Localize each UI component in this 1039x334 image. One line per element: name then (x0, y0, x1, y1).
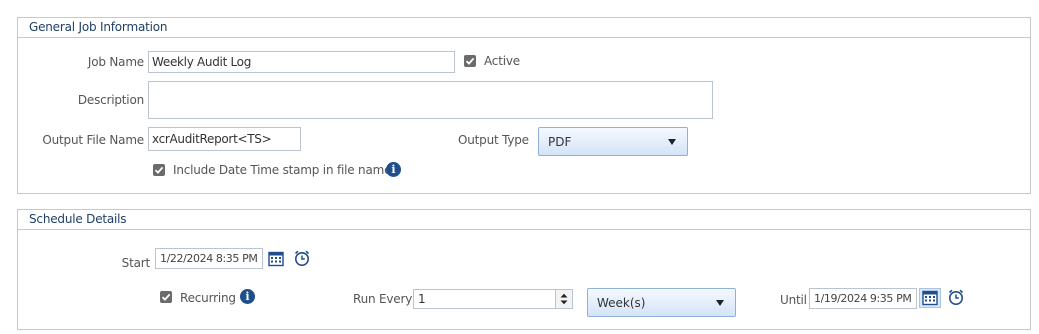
start-datetime-input[interactable]: 1/22/2024 8:35 PM (155, 248, 263, 269)
include-ts-info-icon[interactable]: i (386, 162, 401, 177)
checkbox-checked-icon (161, 293, 171, 301)
period-dropdown[interactable]: Week(s) (587, 288, 736, 317)
chevron-down-icon (668, 138, 676, 145)
include-ts-label: Include Date Time stamp in file name (173, 163, 392, 177)
job-name-label: Job Name (87, 55, 144, 69)
description-input[interactable] (148, 81, 713, 119)
start-clock-icon[interactable] (293, 249, 311, 270)
active-label: Active (484, 54, 520, 68)
spinner-down-icon (560, 300, 568, 305)
spinner-up-icon (560, 293, 568, 298)
schedule-details-header: Schedule Details (18, 210, 1030, 230)
run-every-value: 1 (418, 292, 426, 306)
include-ts-checkbox[interactable] (153, 164, 165, 176)
chevron-down-icon (716, 299, 724, 306)
checkbox-checked-icon (465, 57, 475, 65)
run-every-label: Run Every (353, 292, 413, 306)
until-clock-icon[interactable] (947, 288, 965, 309)
job-name-input[interactable]: Weekly Audit Log (148, 51, 455, 73)
start-calendar-icon[interactable] (268, 251, 284, 270)
until-label: Until (780, 293, 807, 307)
output-type-label: Output Type (458, 133, 529, 147)
recurring-info-icon[interactable]: i (240, 289, 255, 304)
active-checkbox[interactable] (464, 55, 476, 67)
description-label: Description (77, 93, 144, 107)
period-value: Week(s) (597, 296, 646, 310)
output-file-name-label: Output File Name (42, 133, 144, 147)
checkbox-checked-icon (154, 166, 164, 174)
recurring-label: Recurring (180, 291, 236, 305)
until-calendar-icon[interactable] (919, 288, 941, 308)
output-type-value: PDF (548, 135, 572, 149)
schedule-details-panel: Schedule Details (17, 209, 1031, 330)
run-every-input[interactable]: 1 (413, 289, 573, 309)
general-job-info-header: General Job Information (18, 18, 1030, 38)
until-datetime-input[interactable]: 1/19/2024 9:35 PM (809, 288, 917, 309)
output-type-dropdown[interactable]: PDF (538, 127, 688, 156)
recurring-checkbox[interactable] (160, 291, 172, 303)
start-label: Start (121, 256, 151, 270)
run-every-spinner (555, 290, 572, 308)
output-file-name-input[interactable]: xcrAuditReport<TS> (148, 127, 301, 151)
